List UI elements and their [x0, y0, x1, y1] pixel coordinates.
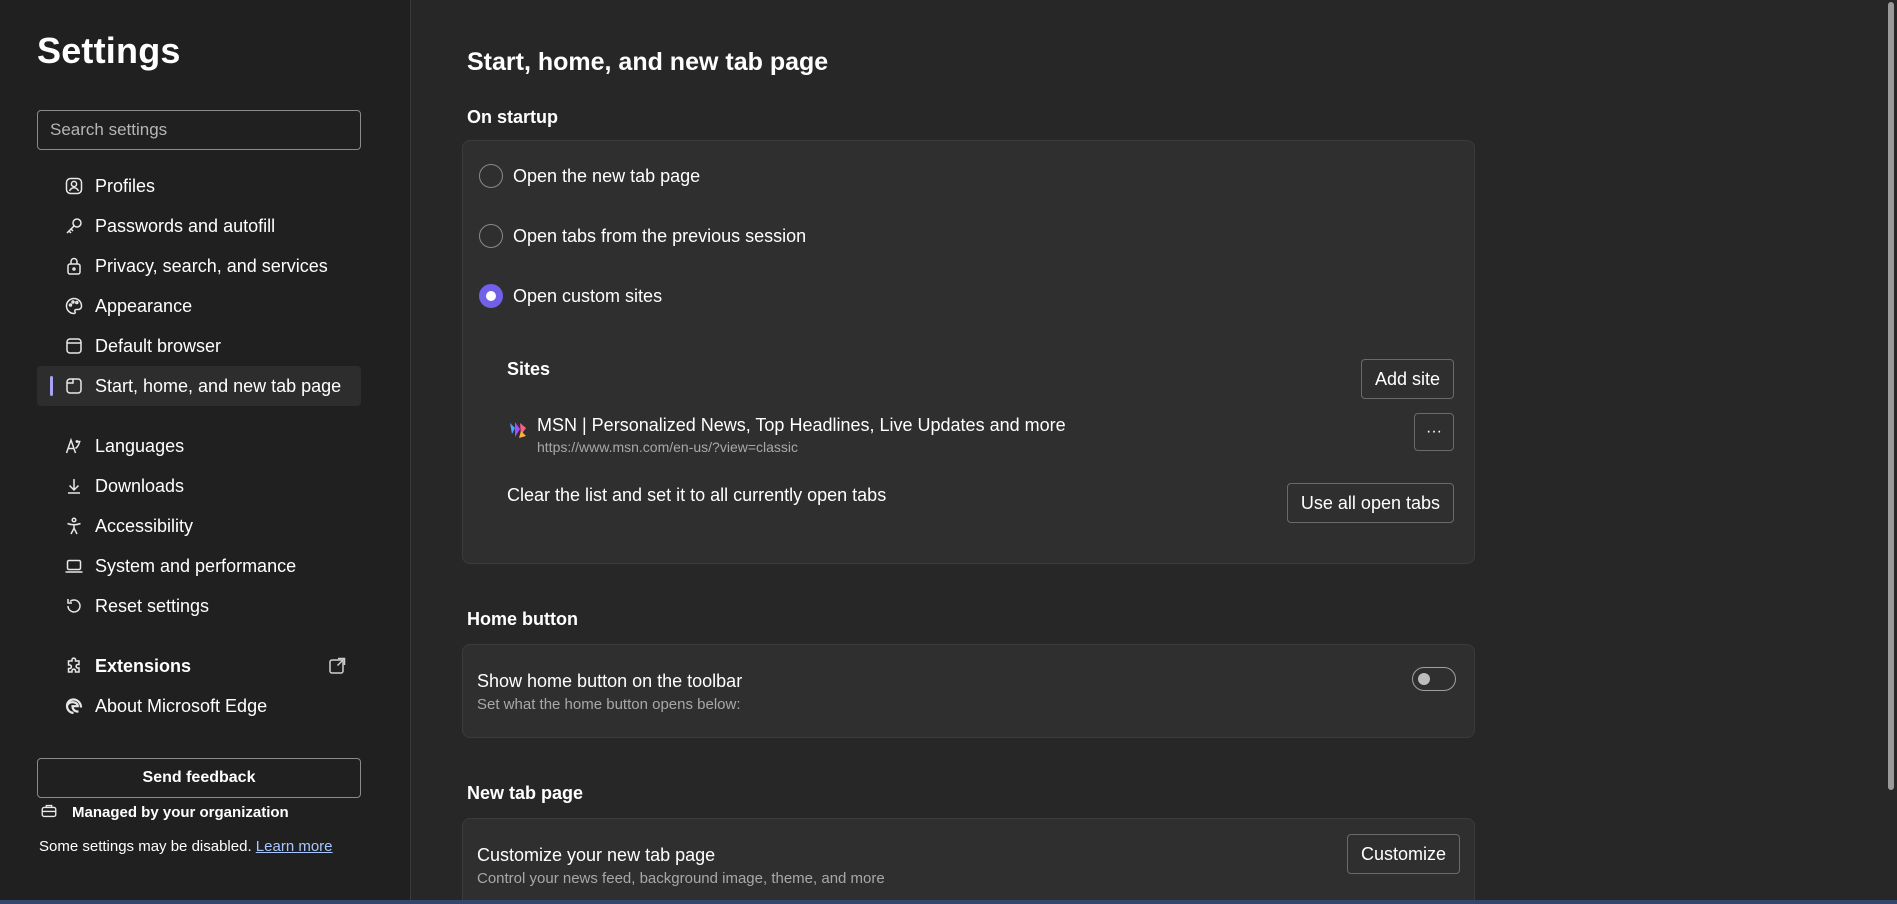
sidebar-item-label: Extensions	[95, 655, 192, 676]
startup-section-title: On startup	[467, 107, 559, 127]
sidebar-item-profiles[interactable]: Profiles	[37, 166, 361, 206]
browser-icon	[63, 335, 85, 357]
profile-icon	[63, 175, 85, 197]
page-title: Start, home, and new tab page	[467, 48, 829, 76]
external-link-icon[interactable]	[327, 656, 347, 676]
send-feedback-button[interactable]: Send feedback	[37, 758, 361, 798]
edge-logo-icon	[63, 695, 85, 717]
startup-option-new-tab[interactable]: Open the new tab page	[479, 161, 700, 191]
disabled-note-text: Some settings may be disabled.	[39, 838, 252, 855]
add-site-button[interactable]: Add site	[1360, 359, 1454, 399]
sidebar-item-label: Accessibility	[95, 515, 194, 536]
key-icon	[63, 215, 85, 237]
accessibility-icon	[63, 515, 85, 537]
scrollbar-thumb[interactable]	[1888, 2, 1894, 790]
new-tab-row-subtitle: Control your news feed, background image…	[477, 870, 885, 887]
sidebar-item-about[interactable]: About Microsoft Edge	[37, 686, 361, 726]
startup-option-custom-sites[interactable]: Open custom sites	[479, 281, 662, 311]
new-tab-section-title: New tab page	[467, 783, 584, 803]
option-label: Open custom sites	[513, 285, 663, 306]
sidebar-item-reset[interactable]: Reset settings	[37, 586, 361, 626]
new-tab-card: Customize your new tab page Control your…	[462, 818, 1475, 904]
radio-button[interactable]	[479, 224, 503, 248]
sites-label: Sites	[507, 359, 551, 379]
radio-button[interactable]	[479, 164, 503, 188]
window-icon	[63, 375, 85, 397]
sidebar-item-label: Profiles	[95, 175, 156, 196]
sidebar-item-label: Downloads	[95, 475, 185, 496]
sidebar-item-downloads[interactable]: Downloads	[37, 466, 361, 506]
download-icon	[63, 475, 85, 497]
sidebar-item-label: About Microsoft Edge	[95, 695, 268, 716]
sidebar-item-label: System and performance	[95, 555, 297, 576]
sidebar-item-appearance[interactable]: Appearance	[37, 286, 361, 326]
site-url: https://www.msn.com/en-us/?view=classic	[537, 439, 799, 455]
briefcase-icon	[40, 802, 60, 822]
search-input[interactable]	[37, 110, 361, 150]
lock-icon	[63, 255, 85, 277]
startup-card: Open the new tab page Open tabs from the…	[462, 140, 1475, 564]
home-button-row-title: Show home button on the toolbar	[477, 671, 743, 691]
sidebar-item-default-browser[interactable]: Default browser	[37, 326, 361, 366]
msn-favicon-icon	[507, 419, 529, 441]
home-button-toggle[interactable]	[1412, 667, 1456, 691]
sidebar-item-start-home[interactable]: Start, home, and new tab page	[37, 366, 361, 406]
site-more-options-button[interactable]: ···	[1414, 413, 1454, 451]
sidebar-item-label: Reset settings	[95, 595, 210, 616]
sidebar-item-label: Languages	[95, 435, 185, 456]
bottom-edge-bar	[0, 900, 1897, 904]
use-all-open-tabs-button[interactable]: Use all open tabs	[1286, 483, 1454, 523]
language-icon	[63, 435, 85, 457]
clear-list-text: Clear the list and set it to all current…	[507, 485, 887, 505]
settings-window: Settings Profiles Passwords and autofill…	[0, 0, 1897, 904]
learn-more-link[interactable]: Learn more	[256, 838, 333, 855]
sidebar-item-label: Passwords and autofill	[95, 215, 276, 236]
managed-notice: Managed by your organization	[40, 800, 289, 824]
new-tab-row-title: Customize your new tab page	[477, 845, 716, 865]
sidebar-item-extensions[interactable]: Extensions	[37, 646, 361, 686]
reset-icon	[63, 595, 85, 617]
home-button-row-subtitle: Set what the home button opens below:	[477, 696, 741, 713]
customize-button[interactable]: Customize	[1346, 834, 1460, 874]
sidebar-item-languages[interactable]: Languages	[37, 426, 361, 466]
managed-label: Managed by your organization	[72, 803, 289, 821]
option-label: Open tabs from the previous session	[513, 225, 807, 246]
vertical-scrollbar[interactable]	[1885, 0, 1897, 900]
sidebar-item-label: Default browser	[95, 335, 222, 356]
sidebar-item-label: Privacy, search, and services	[95, 255, 328, 276]
sidebar-item-passwords[interactable]: Passwords and autofill	[37, 206, 361, 246]
home-button-card: Show home button on the toolbar Set what…	[462, 644, 1475, 738]
radio-button-checked[interactable]	[479, 284, 503, 308]
puzzle-icon	[63, 655, 85, 677]
sidebar-item-privacy[interactable]: Privacy, search, and services	[37, 246, 361, 286]
sidebar-item-accessibility[interactable]: Accessibility	[37, 506, 361, 546]
palette-icon	[63, 295, 85, 317]
site-name: MSN | Personalized News, Top Headlines, …	[537, 415, 1066, 435]
sidebar: Settings Profiles Passwords and autofill…	[0, 0, 411, 900]
sidebar-item-label: Appearance	[95, 295, 193, 316]
sidebar-item-label: Start, home, and new tab page	[95, 375, 342, 396]
disabled-note: Some settings may be disabled. Learn mor…	[39, 838, 333, 855]
home-button-section-title: Home button	[467, 609, 578, 629]
sidebar-item-system[interactable]: System and performance	[37, 546, 361, 586]
sidebar-title: Settings	[37, 30, 181, 71]
startup-option-previous-session[interactable]: Open tabs from the previous session	[479, 221, 806, 251]
laptop-icon	[63, 555, 85, 577]
option-label: Open the new tab page	[513, 165, 701, 186]
